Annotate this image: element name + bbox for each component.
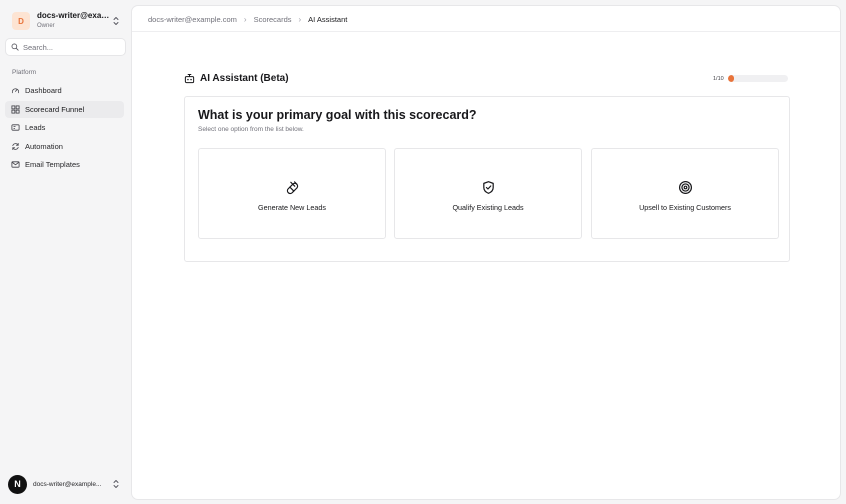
breadcrumb-workspace[interactable]: docs-writer@example.com <box>148 15 237 24</box>
sidebar-item-label: Email Templates <box>25 160 80 169</box>
assistant-title: AI Assistant (Beta) <box>184 73 289 84</box>
progress-text: 1/10 <box>713 75 724 82</box>
leads-icon <box>11 124 20 131</box>
nav-section-label: Platform <box>12 69 37 76</box>
breadcrumb-separator-icon: › <box>298 14 302 24</box>
breadcrumb-current: AI Assistant <box>308 14 348 24</box>
funnel-icon <box>11 104 20 114</box>
chevron-up-down-icon <box>113 480 119 488</box>
workspace-avatar: D <box>12 12 30 30</box>
sidebar-item-label: Dashboard <box>25 86 62 95</box>
chevron-up-down-icon <box>113 17 119 25</box>
workspace-name: docs-writer@exam... <box>37 11 111 20</box>
automation-icon <box>12 142 19 150</box>
question-card: What is your primary goal with this scor… <box>184 96 790 262</box>
workspace-switcher[interactable]: D docs-writer@exam... Owner <box>8 8 123 34</box>
sidebar-item-leads[interactable]: Leads <box>5 119 124 136</box>
assistant-title-text: AI Assistant (Beta) <box>200 73 289 84</box>
user-menu[interactable]: N docs-writer@example... <box>8 474 123 494</box>
progress-indicator: 1/10 <box>713 75 788 82</box>
breadcrumb-scorecards[interactable]: Scorecards <box>254 15 292 24</box>
option-upsell-existing-customers[interactable]: Upsell to Existing Customers <box>591 148 779 239</box>
option-generate-new-leads[interactable]: Generate New Leads <box>198 148 386 239</box>
search-input[interactable] <box>23 42 119 52</box>
user-email: docs-writer@example... <box>33 480 102 488</box>
sidebar-item-label: Scorecard Funnel <box>25 104 85 114</box>
sidebar-item-email-templates[interactable]: Email Templates <box>5 156 124 173</box>
target-icon <box>678 180 692 194</box>
question-subtitle: Select one option from the list below. <box>198 126 304 133</box>
workspace-info: docs-writer@exam... Owner <box>37 11 111 31</box>
option-label: Upsell to Existing Customers <box>639 202 731 212</box>
header-divider <box>132 31 840 32</box>
shield-check-icon <box>482 180 494 194</box>
dashboard-icon <box>11 88 20 94</box>
avatar: N <box>8 474 27 494</box>
breadcrumb-separator-icon: › <box>243 14 247 24</box>
workspace-role: Owner <box>37 23 55 29</box>
sidebar-item-label: Leads <box>25 123 46 132</box>
breadcrumb: docs-writer@example.com › Scorecards › A… <box>148 13 347 25</box>
option-qualify-existing-leads[interactable]: Qualify Existing Leads <box>394 148 582 239</box>
options-grid: Generate New Leads Qualify Existing Lead… <box>198 148 779 239</box>
sidebar-item-scorecard-funnel[interactable]: Scorecard Funnel <box>5 100 124 118</box>
search-box[interactable] <box>5 38 126 56</box>
bot-icon <box>184 73 195 84</box>
search-icon <box>11 43 19 51</box>
main-panel: docs-writer@example.com › Scorecards › A… <box>131 5 841 500</box>
option-label: Generate New Leads <box>258 202 326 212</box>
sidebar: D docs-writer@exam... Owner Platform Das… <box>0 0 131 504</box>
mail-icon <box>11 161 20 168</box>
question-title: What is your primary goal with this scor… <box>198 108 477 122</box>
sidebar-item-label: Automation <box>25 141 63 151</box>
sidebar-item-dashboard[interactable]: Dashboard <box>5 82 124 99</box>
progress-bar <box>727 75 788 82</box>
sidebar-item-automation[interactable]: Automation <box>5 138 124 155</box>
magnet-icon <box>286 180 298 194</box>
progress-fill <box>727 75 734 82</box>
sidebar-nav: Dashboard Scorecard Funnel Leads Automat… <box>5 82 124 175</box>
option-label: Qualify Existing Leads <box>452 202 524 212</box>
